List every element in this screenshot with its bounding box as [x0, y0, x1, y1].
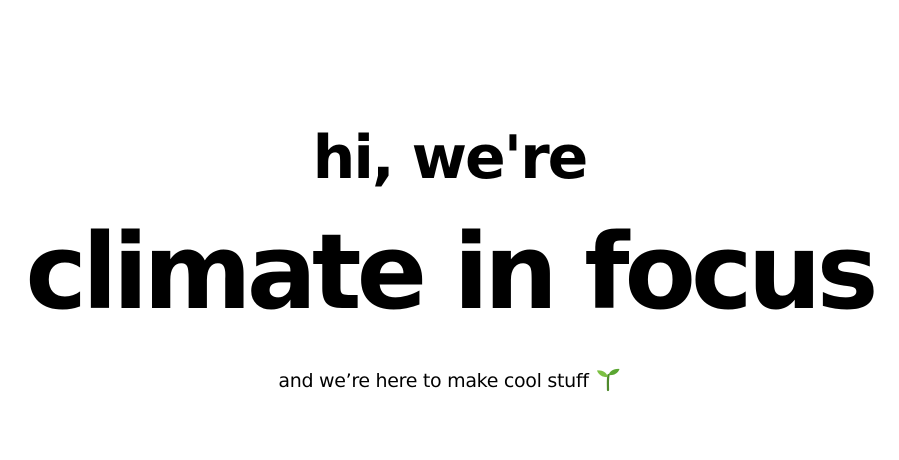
- seedling-stem: [606, 373, 610, 392]
- hero-section: hi, we're climate in focus and we’re her…: [0, 0, 899, 460]
- seedling-leaf-left: [596, 370, 608, 378]
- hero-tagline: and we’re here to make cool stuff: [278, 370, 589, 392]
- seedling-icon: [595, 366, 621, 392]
- seedling-leaf-right: [608, 368, 620, 376]
- hero-tagline-row: and we’re here to make cool stuff: [0, 366, 899, 396]
- hero-greeting: hi, we're: [312, 122, 589, 193]
- hero-brand-title: climate in focus: [25, 210, 878, 333]
